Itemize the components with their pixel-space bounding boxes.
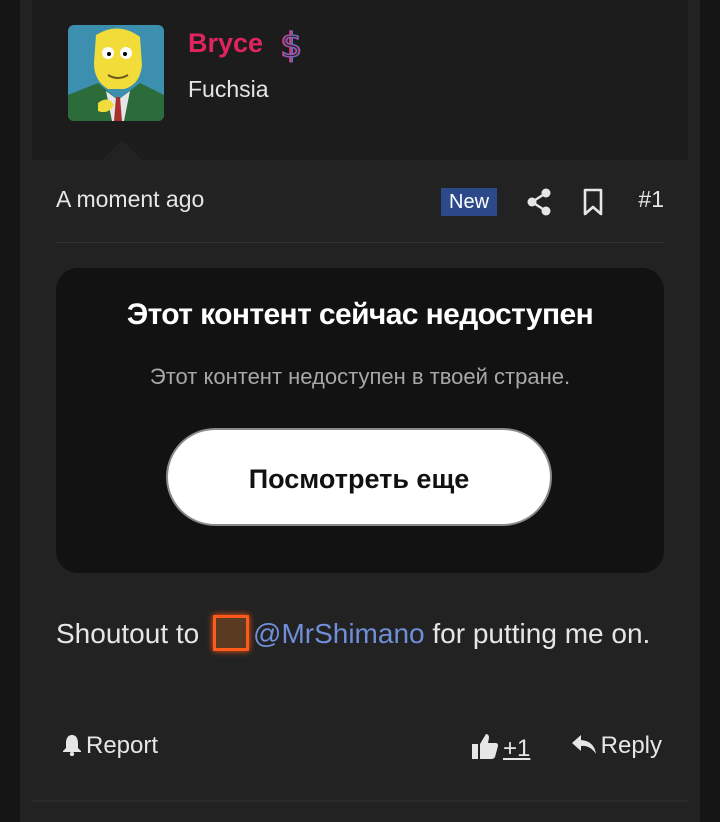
report-label: Report [86, 732, 159, 759]
svg-text:$: $ [281, 26, 303, 64]
user-title: Fuchsia [188, 76, 269, 102]
unavailable-embed: Этот контент сейчас недоступен Этот конт… [56, 268, 664, 573]
bottom-divider [32, 800, 688, 802]
username[interactable]: Bryce [188, 28, 263, 59]
embed-subtitle: Этот контент недоступен в твоей стране. [149, 364, 571, 389]
user-mention[interactable]: @MrShimano [253, 618, 425, 649]
panel-arrow [102, 140, 142, 160]
user-panel: Bryce $ $ Fuchsia [32, 0, 688, 160]
report-button[interactable]: Report [62, 732, 158, 760]
post-message: Shoutout to @MrShimano for putting me on… [56, 612, 664, 657]
post-actions: Report +1 Reply [56, 726, 664, 770]
reply-button[interactable]: Reply [571, 732, 662, 760]
mention-avatar[interactable] [213, 614, 250, 651]
dollar-icon: $ $ [279, 25, 303, 64]
post: Bryce $ $ Fuchsia A moment ago New #1 Эт… [20, 0, 700, 822]
divider [56, 242, 664, 243]
user-avatar[interactable] [68, 25, 164, 121]
post-number[interactable]: #1 [638, 186, 664, 213]
new-badge: New [441, 188, 498, 216]
share-icon[interactable] [526, 188, 552, 216]
bookmark-icon[interactable] [581, 188, 605, 216]
message-prefix: Shoutout to [56, 618, 208, 649]
see-more-button[interactable]: Посмотреть еще [166, 428, 552, 526]
post-meta: A moment ago New #1 [56, 178, 664, 226]
like-count[interactable]: +1 [503, 735, 530, 762]
reply-icon [571, 735, 596, 754]
message-suffix: for putting me on. [424, 618, 651, 649]
thumbs-up-icon [472, 734, 498, 759]
bell-icon [63, 735, 81, 756]
reply-label: Reply [600, 732, 662, 759]
embed-title: Этот контент сейчас недоступен [126, 298, 594, 331]
like-button[interactable]: +1 [471, 732, 530, 763]
post-timestamp[interactable]: A moment ago [56, 186, 204, 213]
